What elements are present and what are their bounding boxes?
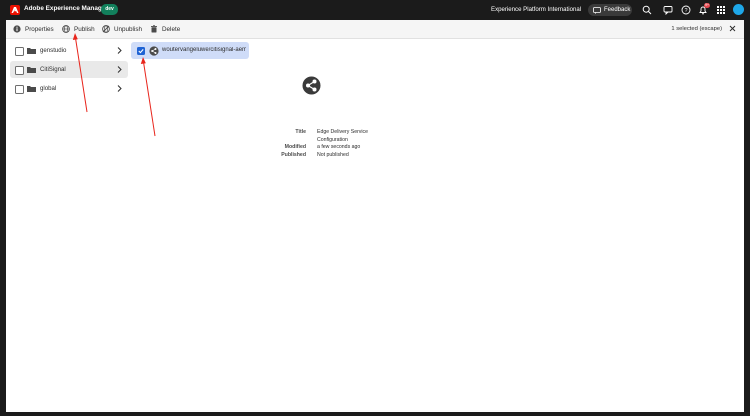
annotation-arrow-publish [72, 33, 88, 113]
annotation-arrows [72, 33, 156, 137]
annotation-arrow-checkbox [140, 57, 156, 137]
